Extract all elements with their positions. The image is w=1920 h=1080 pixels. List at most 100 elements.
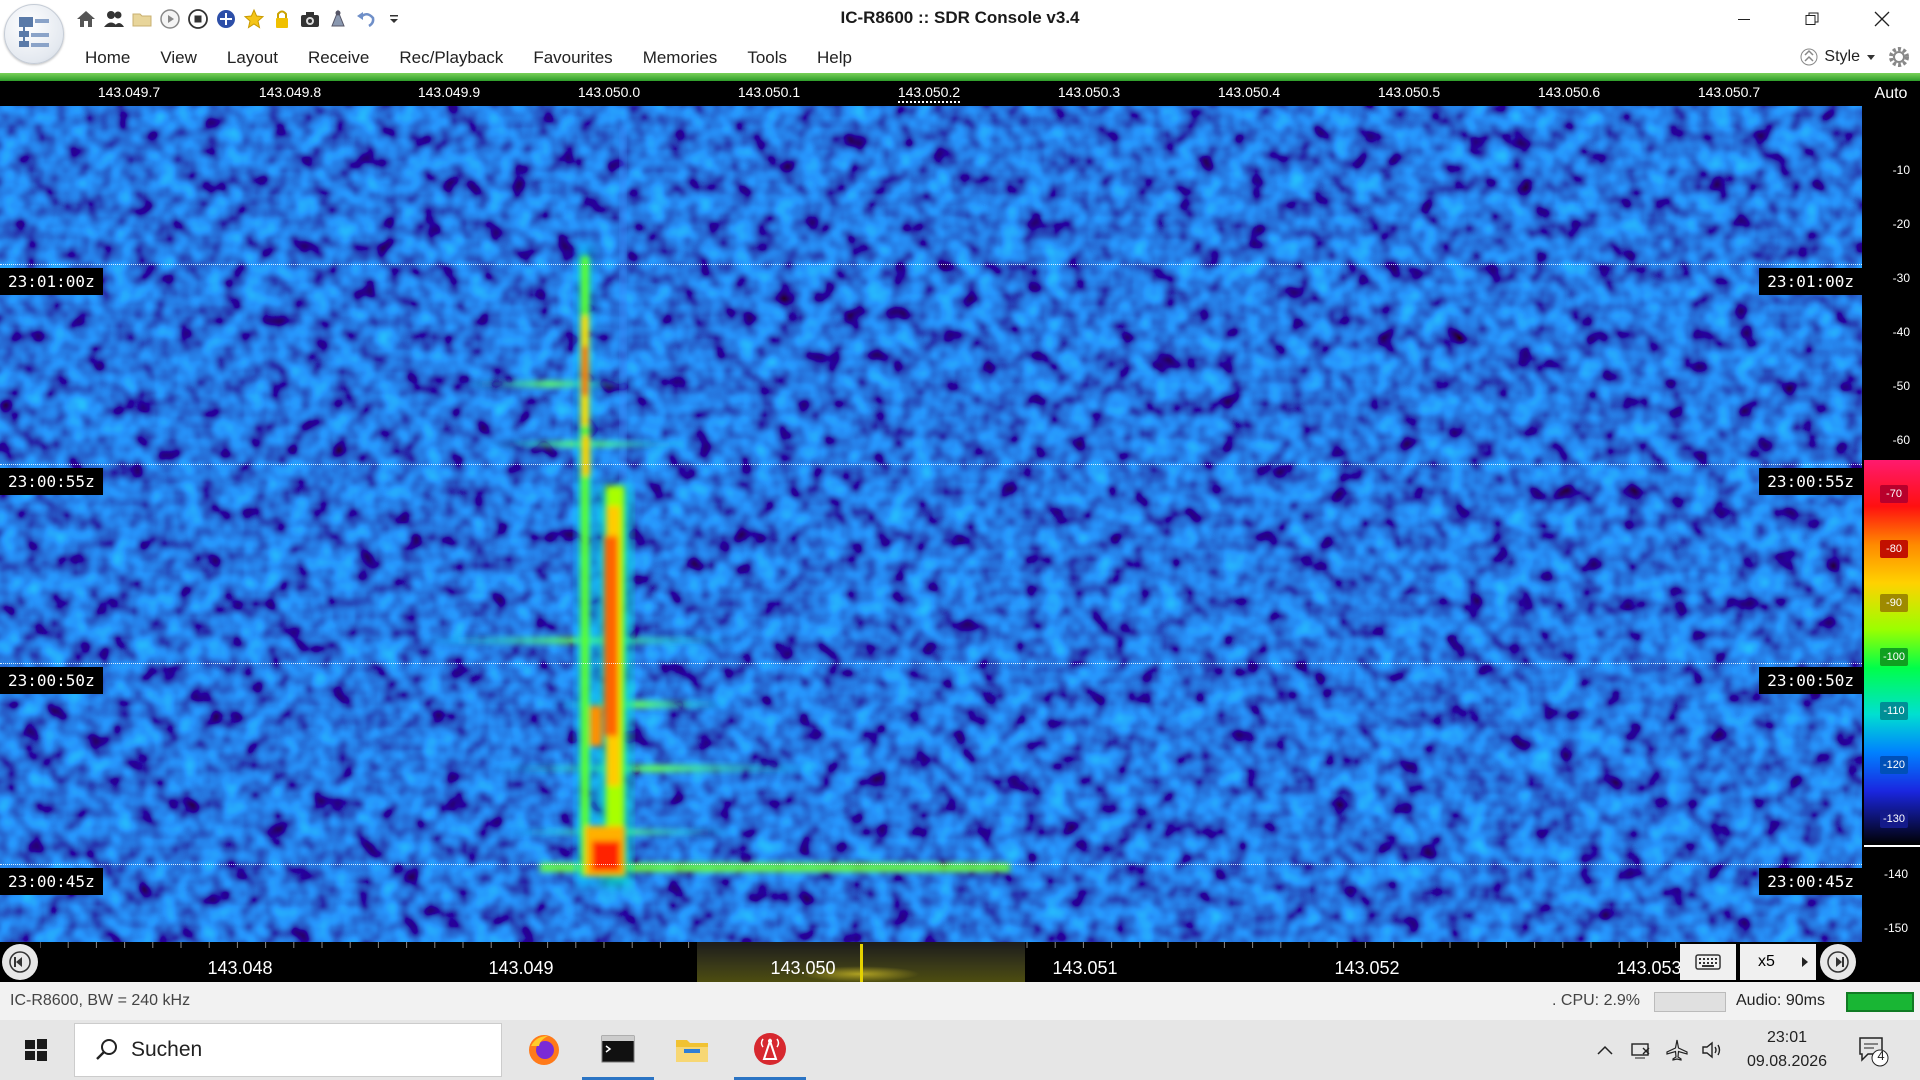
audio-status: Audio: 90ms — [1736, 992, 1825, 1009]
zoom-label: x5 — [1758, 953, 1775, 970]
app-menu-button[interactable] — [4, 4, 64, 64]
folder-icon[interactable] — [130, 7, 154, 31]
keyboard-button[interactable] — [1680, 944, 1736, 980]
settings-gear-icon[interactable] — [1886, 44, 1912, 75]
db-label: -110 — [1880, 702, 1908, 720]
start-button[interactable] — [0, 1020, 72, 1080]
undo-icon[interactable] — [354, 7, 378, 31]
db-label: -40 — [1892, 325, 1910, 339]
taskbar-clock[interactable]: 23:01 09.08.2026 — [1732, 1026, 1842, 1074]
tray-airplane[interactable] — [1662, 1038, 1692, 1062]
minimize-icon — [1738, 19, 1750, 20]
db-label: -10 — [1892, 163, 1910, 177]
tray-volume[interactable] — [1698, 1038, 1728, 1062]
play-icon[interactable] — [158, 7, 182, 31]
freq-label: 143.050 — [770, 958, 836, 978]
zoom-selector[interactable]: x5 — [1740, 944, 1816, 980]
notification-center-button[interactable]: 4 — [1854, 1034, 1890, 1068]
waterfall-image — [0, 106, 1862, 942]
restore-icon — [1805, 12, 1819, 25]
taskbar-search[interactable]: Suchen — [74, 1023, 502, 1077]
waterfall-display[interactable]: 23:01:00z 23:00:55z 23:00:50z 23:00:45z … — [0, 106, 1862, 942]
auto-scale-button[interactable]: Auto — [1862, 81, 1920, 106]
db-label: -130 — [1880, 810, 1908, 828]
menu-rec-playback[interactable]: Rec/Playback — [384, 38, 518, 74]
close-button[interactable] — [1848, 0, 1916, 38]
db-label: -80 — [1880, 540, 1908, 558]
time-gridline — [0, 264, 1862, 265]
time-label-right: 23:00:55z — [1759, 468, 1862, 495]
db-label: -60 — [1892, 433, 1910, 447]
stop-icon[interactable] — [186, 7, 210, 31]
noise-floor-marker[interactable] — [1864, 845, 1920, 847]
db-label: -140 — [1883, 867, 1908, 881]
scroll-left-button[interactable] — [2, 944, 38, 980]
time-label-right: 23:00:45z — [1759, 868, 1862, 895]
freq-label: 143.049 — [488, 958, 554, 978]
camera-icon[interactable] — [298, 7, 322, 31]
search-icon — [96, 1039, 117, 1060]
users-icon[interactable] — [102, 7, 126, 31]
restore-button[interactable] — [1778, 0, 1846, 38]
close-icon — [1874, 11, 1890, 27]
lock-icon[interactable] — [270, 7, 294, 31]
chevron-right-icon — [1802, 957, 1808, 967]
taskbar-sdr-console[interactable] — [734, 1020, 806, 1080]
freq-label: 143.052 — [1334, 958, 1400, 978]
spectrum-level-strip — [0, 73, 1920, 81]
menu-receive[interactable]: Receive — [293, 38, 384, 74]
time-gridline — [0, 663, 1862, 664]
tray-network[interactable] — [1626, 1038, 1656, 1062]
menu-home[interactable]: Home — [70, 38, 145, 74]
menu-help[interactable]: Help — [802, 38, 867, 74]
time-label-right: 23:01:00z — [1759, 268, 1862, 295]
scroll-right-button[interactable] — [1820, 944, 1856, 980]
top-tick: 143.050.5 — [1377, 84, 1441, 100]
menu-favourites[interactable]: Favourites — [518, 38, 627, 74]
collapse-ribbon-icon — [1800, 48, 1818, 66]
radio-status: IC-R8600, BW = 240 kHz — [10, 992, 191, 1009]
top-tick: 143.050.6 — [1537, 84, 1601, 100]
customize-toolbar-icon[interactable] — [382, 7, 406, 31]
cpu-status: . CPU: 2.9% — [1552, 992, 1641, 1009]
db-label: -100 — [1880, 648, 1908, 666]
windows-logo-icon — [25, 1039, 47, 1061]
time-gridline — [0, 864, 1862, 865]
taskbar-firefox[interactable] — [508, 1020, 580, 1080]
clock-time: 23:01 — [1766, 1029, 1808, 1046]
time-label-left: 23:00:50z — [0, 667, 103, 694]
db-label: -30 — [1892, 271, 1910, 285]
top-tick: 143.049.9 — [417, 84, 481, 100]
db-label: -150 — [1883, 921, 1908, 935]
menu-tools[interactable]: Tools — [732, 38, 802, 74]
app-logo-icon — [19, 17, 49, 47]
add-icon[interactable] — [214, 7, 238, 31]
db-label: -20 — [1892, 217, 1910, 231]
folder-icon — [676, 1040, 708, 1062]
frequency-scale[interactable]: 143.048 143.049 143.050 143.051 143.052 … — [40, 942, 1680, 982]
time-label-left: 23:01:00z — [0, 268, 103, 295]
style-menu[interactable]: Style — [1800, 44, 1876, 70]
db-label: -50 — [1892, 379, 1910, 393]
menu-layout[interactable]: Layout — [212, 38, 293, 74]
time-label-right: 23:00:50z — [1759, 667, 1862, 694]
time-gridline — [0, 464, 1862, 465]
style-label: Style — [1824, 48, 1860, 65]
top-tick: 143.050.0 — [577, 84, 641, 100]
db-label: -70 — [1880, 485, 1908, 503]
satellite-icon[interactable] — [326, 7, 350, 31]
chevron-down-icon — [1867, 55, 1875, 60]
taskbar-terminal[interactable] — [582, 1020, 654, 1080]
top-tick: 143.050.3 — [1057, 84, 1121, 100]
tray-show-hidden[interactable] — [1590, 1038, 1620, 1062]
star-icon[interactable] — [242, 7, 266, 31]
home-icon[interactable] — [74, 7, 98, 31]
menu-view[interactable]: View — [145, 38, 212, 74]
cpu-meter — [1654, 992, 1726, 1012]
tuning-cursor[interactable] — [860, 944, 863, 982]
time-label-left: 23:00:45z — [0, 868, 103, 895]
taskbar-file-explorer[interactable] — [656, 1020, 728, 1080]
taskbar: Suchen 23:01 09.08.2026 4 — [0, 1020, 1920, 1080]
minimize-button[interactable] — [1710, 0, 1778, 38]
menu-memories[interactable]: Memories — [628, 38, 733, 74]
